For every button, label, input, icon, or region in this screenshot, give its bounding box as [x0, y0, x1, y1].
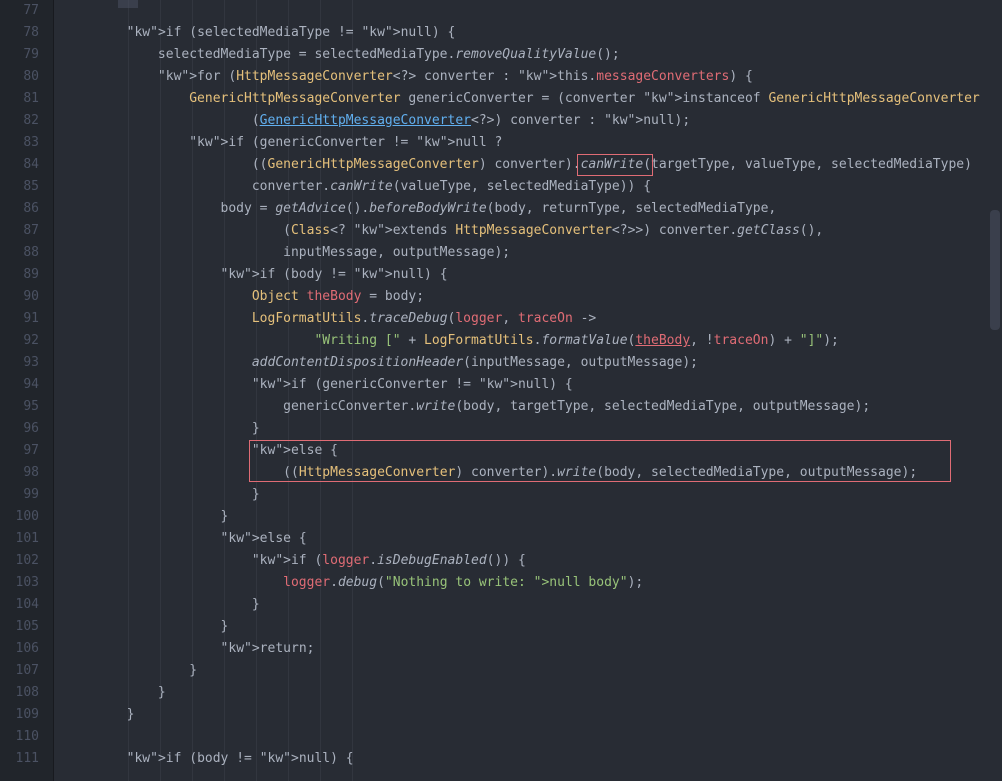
line-number: 99 — [0, 484, 39, 506]
line-number: 87 — [0, 220, 39, 242]
line-number: 93 — [0, 352, 39, 374]
line-number: 111 — [0, 748, 39, 770]
line-number: 100 — [0, 506, 39, 528]
code-line[interactable]: "kw">else { — [54, 528, 1002, 550]
code-line[interactable] — [54, 0, 1002, 22]
code-line[interactable]: (Class<? "kw">extends HttpMessageConvert… — [54, 220, 1002, 242]
line-number: 86 — [0, 198, 39, 220]
code-line[interactable]: } — [54, 682, 1002, 704]
code-line[interactable]: body = getAdvice().beforeBodyWrite(body,… — [54, 198, 1002, 220]
code-line[interactable]: } — [54, 616, 1002, 638]
code-line[interactable]: "kw">if (genericConverter != "kw">null ? — [54, 132, 1002, 154]
line-number: 110 — [0, 726, 39, 748]
line-number: 108 — [0, 682, 39, 704]
code-line[interactable]: LogFormatUtils.traceDebug(logger, traceO… — [54, 308, 1002, 330]
line-number: 84 — [0, 154, 39, 176]
line-number: 96 — [0, 418, 39, 440]
line-number: 92 — [0, 330, 39, 352]
code-line[interactable]: genericConverter.write(body, targetType,… — [54, 396, 1002, 418]
line-number: 105 — [0, 616, 39, 638]
line-number: 82 — [0, 110, 39, 132]
line-number: 81 — [0, 88, 39, 110]
code-line[interactable]: "Writing [" + LogFormatUtils.formatValue… — [54, 330, 1002, 352]
code-line[interactable]: converter.canWrite(valueType, selectedMe… — [54, 176, 1002, 198]
line-number: 101 — [0, 528, 39, 550]
line-number: 94 — [0, 374, 39, 396]
code-line[interactable]: (GenericHttpMessageConverter<?>) convert… — [54, 110, 1002, 132]
code-line[interactable]: "kw">else { — [54, 440, 1002, 462]
line-number: 102 — [0, 550, 39, 572]
line-number: 83 — [0, 132, 39, 154]
line-number: 95 — [0, 396, 39, 418]
code-line[interactable]: "kw">if (selectedMediaType != "kw">null)… — [54, 22, 1002, 44]
line-number: 88 — [0, 242, 39, 264]
code-line[interactable]: } — [54, 660, 1002, 682]
scrollbar-thumb[interactable] — [990, 210, 1000, 330]
code-line[interactable]: "kw">if (body != "kw">null) { — [54, 748, 1002, 770]
code-line[interactable]: addContentDispositionHeader(inputMessage… — [54, 352, 1002, 374]
line-number: 78 — [0, 22, 39, 44]
code-line[interactable]: Object theBody = body; — [54, 286, 1002, 308]
code-line[interactable]: GenericHttpMessageConverter genericConve… — [54, 88, 1002, 110]
line-number: 89 — [0, 264, 39, 286]
code-line[interactable]: } — [54, 418, 1002, 440]
fold-marker — [118, 0, 138, 8]
code-line[interactable]: "kw">if (genericConverter != "kw">null) … — [54, 374, 1002, 396]
line-number: 85 — [0, 176, 39, 198]
line-number: 80 — [0, 66, 39, 88]
code-line[interactable]: inputMessage, outputMessage); — [54, 242, 1002, 264]
code-line[interactable]: "kw">if (logger.isDebugEnabled()) { — [54, 550, 1002, 572]
line-number: 77 — [0, 0, 39, 22]
code-line[interactable]: "kw">for (HttpMessageConverter<?> conver… — [54, 66, 1002, 88]
code-line[interactable]: ((GenericHttpMessageConverter) converter… — [54, 154, 1002, 176]
code-line[interactable]: "kw">if (body != "kw">null) { — [54, 264, 1002, 286]
line-number: 103 — [0, 572, 39, 594]
code-line[interactable]: logger.debug("Nothing to write: ">null b… — [54, 572, 1002, 594]
code-line[interactable]: "kw">return; — [54, 638, 1002, 660]
line-number: 97 — [0, 440, 39, 462]
line-number: 79 — [0, 44, 39, 66]
code-line[interactable] — [54, 726, 1002, 748]
code-line[interactable]: } — [54, 484, 1002, 506]
line-number: 106 — [0, 638, 39, 660]
line-number: 107 — [0, 660, 39, 682]
line-number: 98 — [0, 462, 39, 484]
line-number-gutter: 7778798081828384858687888990919293949596… — [0, 0, 54, 781]
line-number: 109 — [0, 704, 39, 726]
code-area[interactable]: "kw">if (selectedMediaType != "kw">null)… — [54, 0, 1002, 781]
minimap[interactable] — [984, 0, 1002, 781]
line-number: 90 — [0, 286, 39, 308]
code-line[interactable]: } — [54, 506, 1002, 528]
code-line[interactable]: } — [54, 704, 1002, 726]
code-line[interactable]: } — [54, 594, 1002, 616]
code-line[interactable]: ((HttpMessageConverter) converter).write… — [54, 462, 1002, 484]
line-number: 91 — [0, 308, 39, 330]
line-number: 104 — [0, 594, 39, 616]
code-line[interactable]: selectedMediaType = selectedMediaType.re… — [54, 44, 1002, 66]
